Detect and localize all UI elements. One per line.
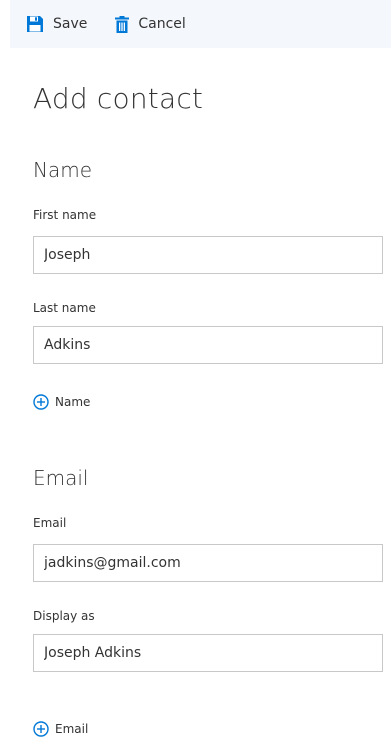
add-name-link-label: Name <box>55 395 91 409</box>
page-title: Add contact <box>33 82 204 115</box>
add-email-link[interactable]: Email <box>33 721 88 737</box>
plus-circle-icon <box>33 394 55 410</box>
save-button[interactable]: Save <box>26 0 87 48</box>
last-name-input[interactable] <box>33 326 383 364</box>
save-button-label: Save <box>53 16 88 32</box>
add-email-link-label: Email <box>55 722 89 736</box>
add-name-link[interactable]: Name <box>33 394 90 410</box>
name-section-title: Name <box>33 158 93 182</box>
display-as-input[interactable] <box>33 634 383 672</box>
cancel-button-label: Cancel <box>138 16 186 32</box>
last-name-label: Last name <box>33 301 96 315</box>
floppy-disk-icon <box>26 15 44 33</box>
command-toolbar: Save Cancel <box>10 0 391 48</box>
email-label: Email <box>33 516 67 530</box>
display-as-label: Display as <box>33 609 95 623</box>
email-section-title: Email <box>33 466 89 490</box>
cancel-button[interactable]: Cancel <box>115 0 186 48</box>
plus-circle-icon <box>33 721 55 737</box>
first-name-label: First name <box>33 208 97 222</box>
trash-icon <box>115 15 130 33</box>
email-input[interactable] <box>33 544 383 582</box>
first-name-input[interactable] <box>33 236 383 274</box>
add-contact-page: Save Cancel Add contact Name First name … <box>0 0 391 737</box>
